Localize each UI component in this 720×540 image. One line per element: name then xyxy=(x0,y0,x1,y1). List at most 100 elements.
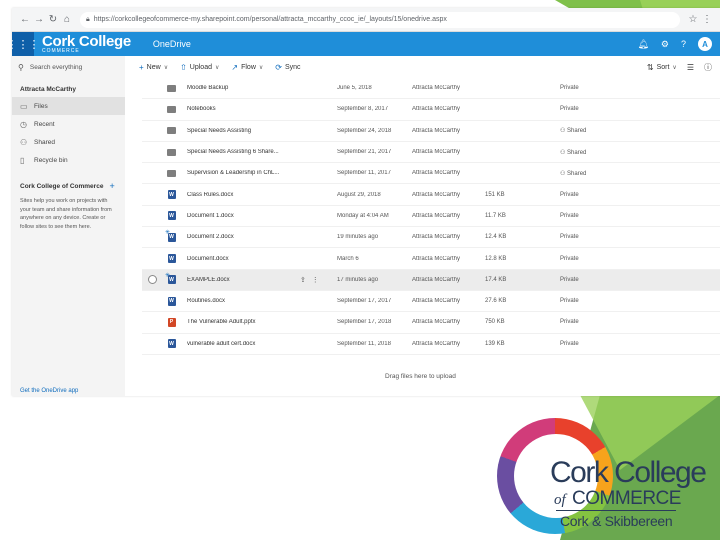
file-name[interactable]: The Vulnerable Adult.pptx xyxy=(187,319,302,325)
browser-menu-icon[interactable]: ⋮ xyxy=(700,14,714,25)
share-icon[interactable]: ⇪ xyxy=(300,277,306,284)
file-row[interactable]: Special Needs Assisting September 24, 201… xyxy=(142,121,720,142)
flow-button[interactable]: ↗ Flow ∨ xyxy=(231,63,263,72)
file-sharing: ⚇ Shared xyxy=(560,149,586,156)
back-arrow-icon[interactable]: ← xyxy=(18,14,32,25)
logo-title: Cork College xyxy=(550,456,707,489)
new-button[interactable]: + New ∨ xyxy=(139,63,168,72)
upload-label: Upload xyxy=(189,63,212,71)
nav-item-shared[interactable]: ⚇ Shared xyxy=(12,133,125,151)
file-row[interactable]: ✳WEXAMPLE.docx⇪ ⋮17 minutes agoAttracta … xyxy=(142,269,720,291)
file-modified: September 24, 2018 xyxy=(337,127,392,134)
bookmark-star-icon[interactable]: ☆ xyxy=(686,14,700,25)
more-actions-icon[interactable]: ⋮ xyxy=(312,277,319,284)
sort-button[interactable]: ⇅ Sort ∨ xyxy=(647,63,677,72)
file-name[interactable]: Supervision & Leadership in ChL... xyxy=(187,170,302,176)
app-name[interactable]: OneDrive xyxy=(153,39,191,49)
powerpoint-file-icon: P xyxy=(167,317,176,327)
file-modified: September 11, 2017 xyxy=(337,170,391,177)
view-options-icon[interactable]: ☰ xyxy=(687,63,694,72)
file-name[interactable]: Document 1.docx xyxy=(187,213,302,219)
reload-icon[interactable]: ↻ xyxy=(46,14,60,25)
nav-item-recent[interactable]: ◷ Recent xyxy=(12,115,125,133)
upload-button[interactable]: ⇧ Upload ∨ xyxy=(180,63,219,72)
file-size: 17.4 KB xyxy=(485,276,507,283)
avatar[interactable]: A xyxy=(698,37,712,51)
file-modified-by: Attracta McCarthy xyxy=(412,276,461,283)
file-modified-by: Attracta McCarthy xyxy=(412,191,461,198)
gear-icon[interactable]: ⚙ xyxy=(661,39,669,50)
help-icon[interactable]: ? xyxy=(681,39,686,49)
file-modified-by: Attracta McCarthy xyxy=(412,298,461,305)
sync-label: Sync xyxy=(284,63,301,71)
file-modified-by: Attracta McCarthy xyxy=(412,106,461,113)
file-name[interactable]: Special Needs Assisting xyxy=(187,128,302,134)
sharing-label: Private xyxy=(560,106,579,113)
file-row[interactable]: Moodle Backup June 5, 2018 Attracta McCart… xyxy=(142,78,720,100)
nav-item-recycle-bin[interactable]: ▯ Recycle bin xyxy=(12,151,125,169)
file-row[interactable]: W Routines.docx September 17, 2017 Attracta… xyxy=(142,291,720,313)
word-file-icon: W xyxy=(167,211,176,221)
file-name[interactable]: Document.docx xyxy=(187,256,302,262)
file-row[interactable]: Notebooks September 8, 2017 Attracta McCar… xyxy=(142,99,720,121)
sync-button[interactable]: ⟳ Sync xyxy=(275,63,300,72)
file-name[interactable]: EXAMPLE.docx xyxy=(187,277,302,283)
add-site-icon[interactable]: + xyxy=(109,181,114,191)
file-row[interactable]: Supervision & Leadership in ChL... Septem… xyxy=(142,163,720,185)
file-name[interactable]: Routines.docx xyxy=(187,298,302,304)
file-size: 139 KB xyxy=(485,340,505,347)
file-row[interactable]: Special Needs Assisting 6 Share... Septem… xyxy=(142,142,720,164)
sharing-label: Private xyxy=(560,191,579,198)
chevron-down-icon: ∨ xyxy=(258,64,264,71)
file-sharing: Private xyxy=(560,319,579,325)
file-name[interactable]: Moodle Backup xyxy=(187,85,302,91)
file-row[interactable]: W Class Rules.docx August 29, 2018 Attracta… xyxy=(142,184,720,206)
nav-section-title[interactable]: Cork College of Commerce xyxy=(20,183,103,190)
file-row[interactable]: Wvulnerable adult cert.docx September 11,… xyxy=(142,334,720,355)
file-modified: September 21, 2017 xyxy=(337,149,392,156)
word-file-icon: W xyxy=(167,339,176,349)
file-sharing: Private xyxy=(560,213,579,219)
word-file-icon: W xyxy=(167,190,176,200)
nav-section-description: Sites help you work on projects with you… xyxy=(20,198,112,230)
file-row[interactable]: P The Vulnerable Adult.pptx September 17, … xyxy=(142,312,720,334)
lock-icon: 🔒︎ xyxy=(86,15,90,23)
file-modified: March 6 xyxy=(337,255,359,262)
file-row[interactable]: W Document 1.docx Monday at 4:04 AM Attract… xyxy=(142,206,720,228)
url-field[interactable]: 🔒︎ https://corkcollegeofcommerce-my.shar… xyxy=(80,11,680,28)
notifications-icon[interactable]: 🔔︎ xyxy=(637,39,648,50)
file-name[interactable]: Document 2.docx xyxy=(187,234,302,240)
search-box[interactable]: ⚲ Search everything xyxy=(12,56,125,78)
file-row[interactable]: W Document.docx March 6 Attracta McCarthy 12… xyxy=(142,248,720,270)
nav-section-sites: Cork College of Commerce + xyxy=(12,169,125,195)
flow-icon: ↗ xyxy=(231,62,239,72)
select-checkbox[interactable] xyxy=(148,275,157,285)
word-file-icon: W xyxy=(167,275,176,285)
get-app-link[interactable]: Get the OneDrive app xyxy=(20,388,78,394)
word-file-icon: W xyxy=(167,232,176,242)
forward-arrow-icon[interactable]: → xyxy=(32,14,46,25)
file-sharing: Private xyxy=(560,85,579,91)
home-icon[interactable]: ⌂ xyxy=(60,14,74,25)
file-row[interactable]: ✳WDocument 2.docx19 minutes agoAttracta … xyxy=(142,227,720,249)
word-file-icon: W xyxy=(167,254,176,264)
file-list: Moodle Backup June 5, 2018 Attracta McCart… xyxy=(142,78,720,355)
brand-logo[interactable]: Cork College COMMERCE xyxy=(42,32,131,56)
sort-label: Sort xyxy=(656,63,670,71)
file-size: 11.7 KB xyxy=(485,212,506,219)
file-name[interactable]: Special Needs Assisting 6 Share... xyxy=(187,149,302,155)
new-label: New xyxy=(146,63,161,71)
file-modified: 19 minutes ago xyxy=(337,234,379,241)
file-modified: June 5, 2018 xyxy=(337,85,372,92)
file-name[interactable]: vulnerable adult cert.docx xyxy=(187,341,302,347)
search-icon: ⚲ xyxy=(18,62,24,72)
file-sharing: Private xyxy=(560,234,579,240)
info-icon[interactable]: ⓘ xyxy=(704,62,712,73)
file-name[interactable]: Class Rules.docx xyxy=(187,192,302,198)
app-launcher-icon[interactable]: ⋮⋮⋮ xyxy=(12,32,40,56)
nav-item-files[interactable]: ▭ Files xyxy=(12,97,125,115)
file-modified-by: Attracta McCarthy xyxy=(412,127,461,134)
sharing-label: Private xyxy=(560,255,579,262)
file-name[interactable]: Notebooks xyxy=(187,106,302,112)
nav-item-label: Recycle bin xyxy=(34,156,68,164)
